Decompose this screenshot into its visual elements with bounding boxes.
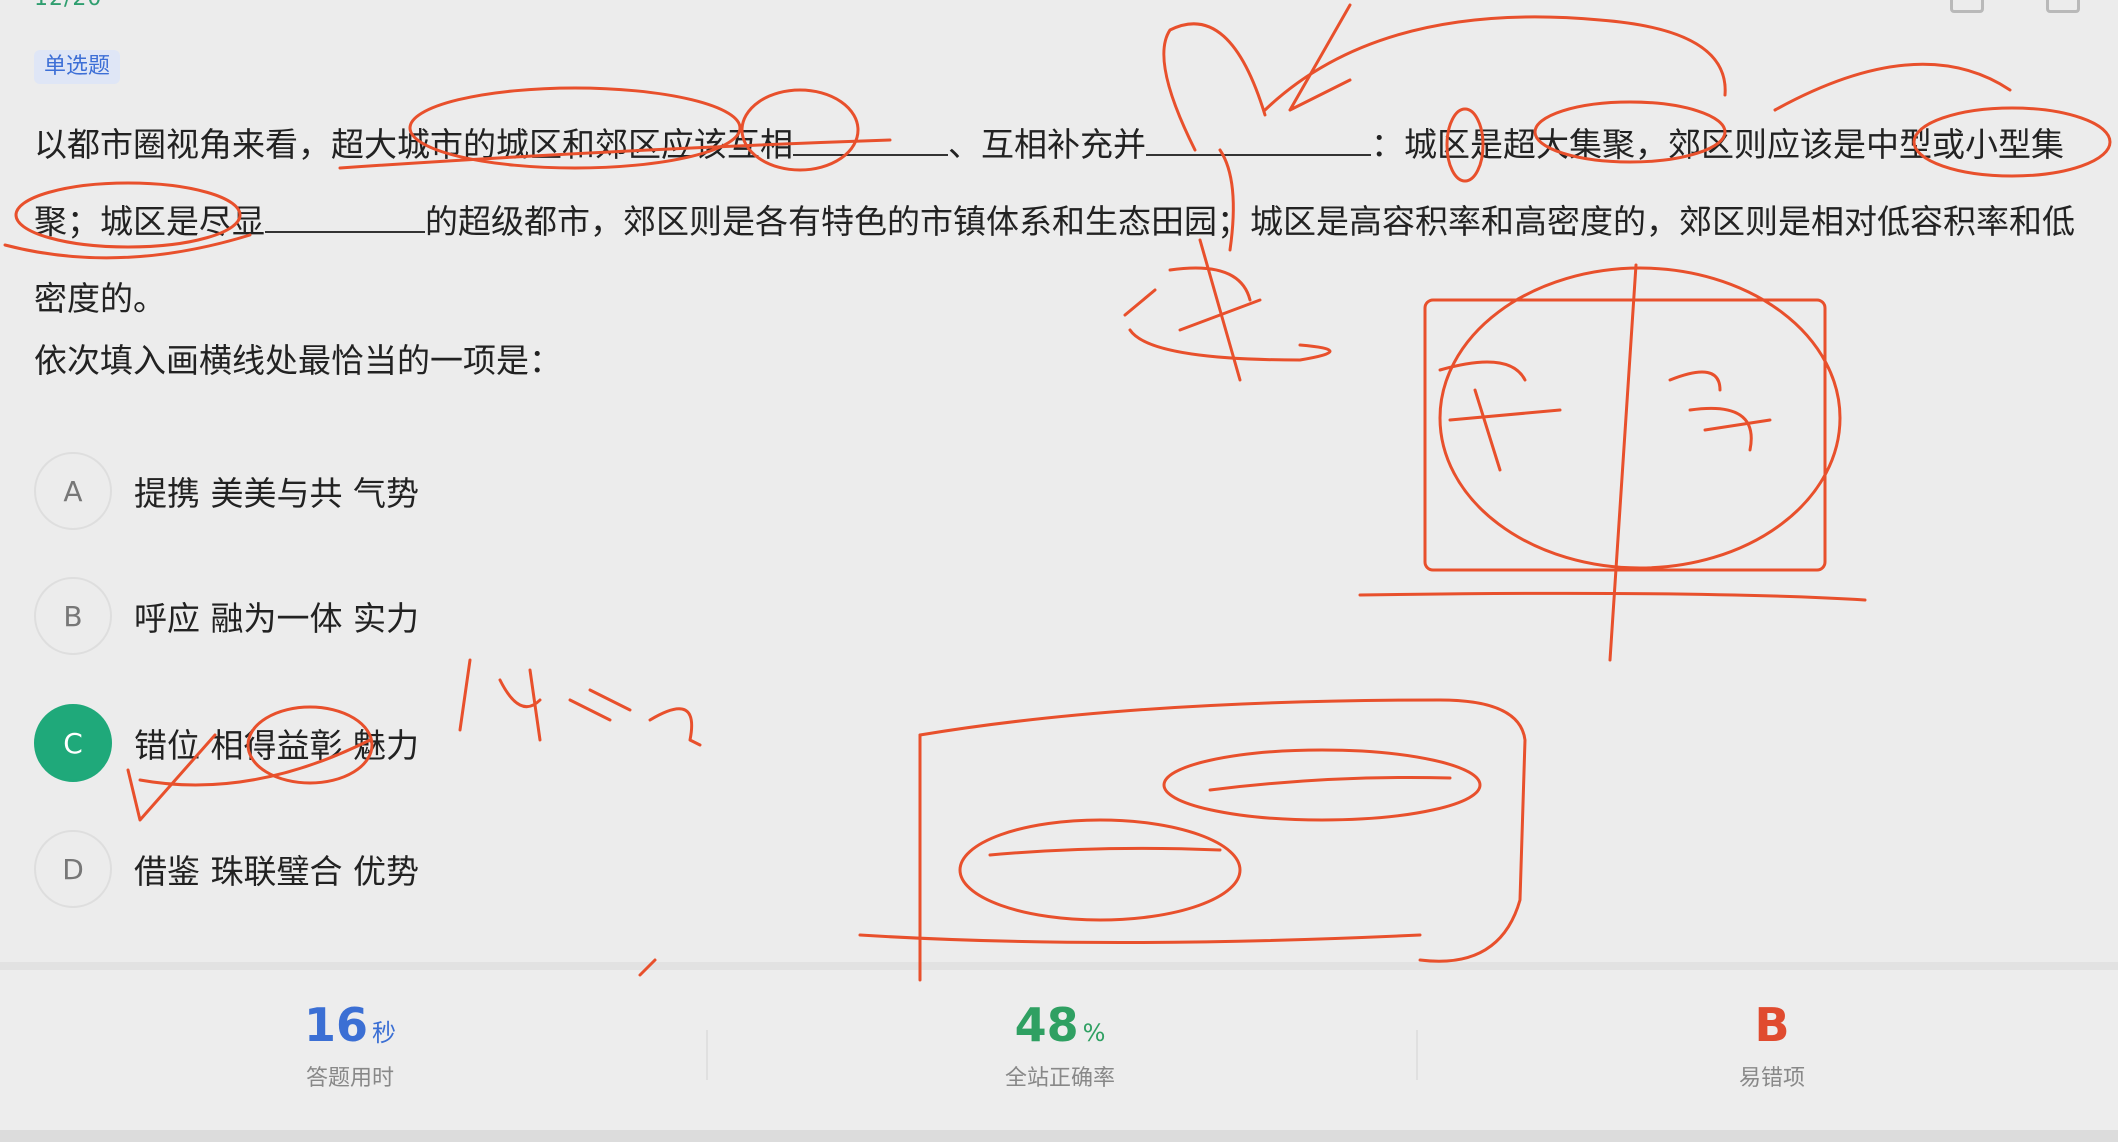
answer-sheet-icon[interactable] <box>1950 0 1984 13</box>
ink-dash-upper <box>1208 776 1452 792</box>
question-type-tag: 单选题 <box>34 50 121 84</box>
stat-accuracy-number: 48 <box>1014 998 1079 1052</box>
blank-1 <box>793 128 948 156</box>
stem-text-2: 、互相补充并 <box>948 125 1146 164</box>
stat-time-number: 16 <box>303 998 368 1052</box>
ink-base-line <box>1358 591 1867 602</box>
stat-accuracy-unit: % <box>1082 1019 1106 1047</box>
option-c[interactable]: C 错位 相得益彰 魅力 <box>34 702 419 784</box>
stat-common-wrong-label: 易错项 <box>1738 1066 1805 1091</box>
stat-accuracy: 48% 全站正确率 <box>880 998 1240 1092</box>
stem-text-1: 以都市圈视角来看，超大城市的城区和郊区应该互相 <box>34 125 793 164</box>
ink-box-lower <box>918 698 1527 963</box>
stat-time-unit: 秒 <box>372 1019 396 1047</box>
blank-2 <box>1146 128 1371 156</box>
option-c-letter[interactable]: C <box>34 704 112 782</box>
top-bar: 12/20 <box>0 0 2118 40</box>
ink-box-bottom <box>858 933 1422 944</box>
option-c-text[interactable]: 错位 相得益彰 魅力 <box>134 719 419 767</box>
stat-common-wrong: B 易错项 <box>1592 998 1952 1092</box>
option-b-letter[interactable]: B <box>34 577 112 655</box>
option-b[interactable]: B 呼应 融为一体 实力 <box>34 575 419 657</box>
option-d-text[interactable]: 借鉴 珠联璧合 优势 <box>134 845 419 893</box>
question-progress: 12/20 <box>34 0 102 11</box>
stat-accuracy-label: 全站正确率 <box>1004 1066 1115 1091</box>
bottom-strip <box>0 1130 2118 1142</box>
option-a[interactable]: A 提携 美美与共 气势 <box>34 450 419 532</box>
stat-time-label: 答题用时 <box>305 1066 394 1091</box>
ink-oval-lower <box>958 818 1242 922</box>
stat-separator <box>706 1030 708 1080</box>
stat-separator <box>1416 1030 1418 1080</box>
ink-dash-lower <box>988 846 1222 857</box>
ink-text-1plus1 <box>458 658 702 747</box>
option-a-text[interactable]: 提携 美美与共 气势 <box>134 467 419 515</box>
question-stem: 以都市圈视角来看，超大城市的城区和郊区应该互相 、互相补充并 ：城区是超大集聚，郊区… <box>34 106 2084 337</box>
divider <box>0 962 2118 970</box>
stats-panel: 16 秒 答题用时 48% 全站正确率 B 易错项 <box>0 970 2118 1130</box>
ink-arc <box>1773 62 2012 112</box>
stat-common-wrong-value: B <box>1754 998 1790 1052</box>
bookmark-icon[interactable] <box>2046 0 2080 13</box>
ink-box-right <box>1423 298 1827 572</box>
blank-3 <box>265 205 425 233</box>
ink-glyph-cuo <box>1438 360 1562 472</box>
option-a-letter[interactable]: A <box>34 452 112 530</box>
stat-time-value: 16 秒 <box>170 998 530 1052</box>
question-prompt: 依次填入画横线处最恰当的一项是： <box>34 341 562 380</box>
stat-time: 16 秒 答题用时 <box>170 998 530 1092</box>
option-b-text[interactable]: 呼应 融为一体 实力 <box>134 592 419 640</box>
ink-glyph-fang <box>1668 370 1772 452</box>
stat-accuracy-value: 48% <box>880 998 1240 1052</box>
option-d[interactable]: D 借鉴 珠联璧合 优势 <box>34 828 419 910</box>
ink-oval-upper <box>1162 748 1482 822</box>
option-d-letter[interactable]: D <box>34 830 112 908</box>
